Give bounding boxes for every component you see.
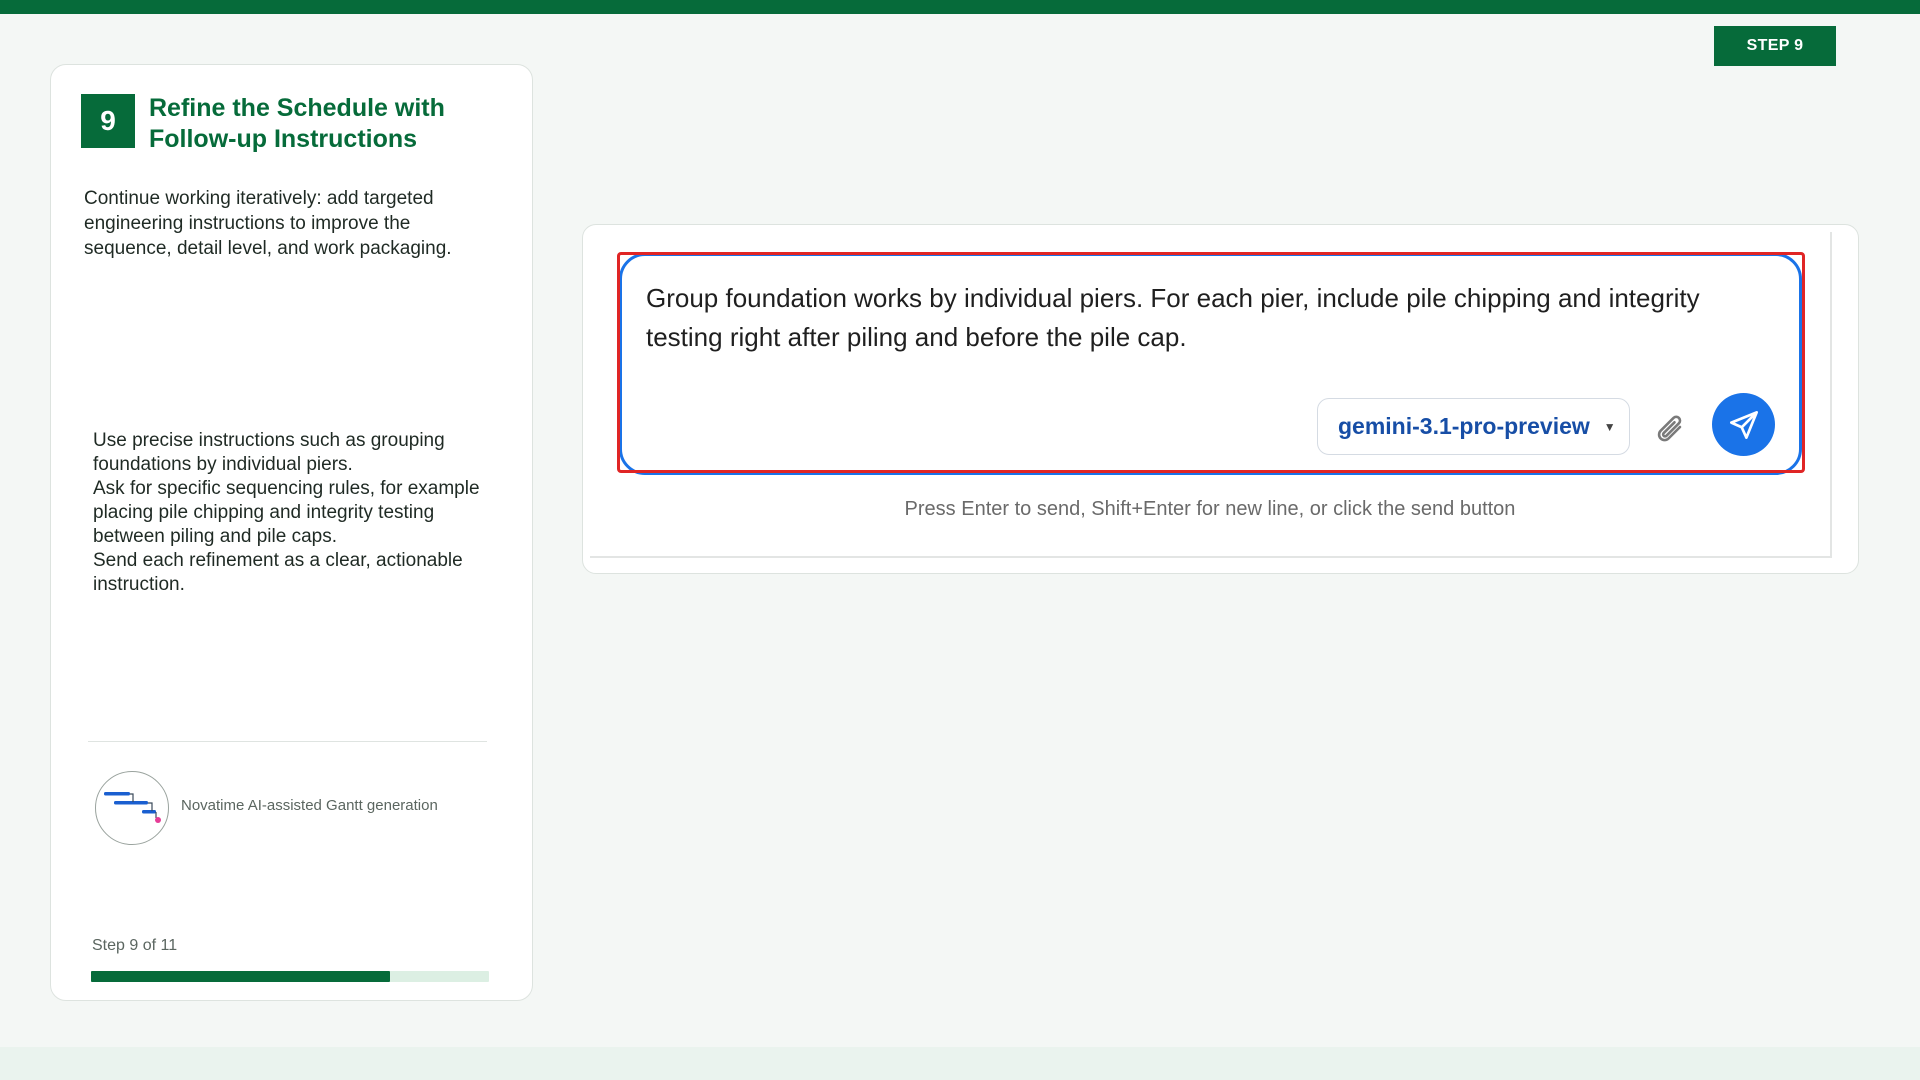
send-arrow-icon	[1729, 410, 1758, 439]
step-badge: STEP 9	[1714, 26, 1836, 66]
caret-down-icon: ▼	[1603, 419, 1616, 434]
step-number: 9	[81, 94, 135, 148]
instruction-card: 9 Refine the Schedule with Follow-up Ins…	[50, 64, 533, 1001]
card-description: Continue working iteratively: add target…	[84, 188, 452, 259]
chat-message-input[interactable]: Group foundation works by individual pie…	[646, 279, 1766, 357]
gantt-logo-icon	[95, 771, 169, 845]
send-hint: Press Enter to send, Shift+Enter for new…	[904, 498, 1516, 520]
instruction-item: Ask for specific sequencing rules, for e…	[93, 478, 480, 547]
progress-bar	[91, 971, 489, 982]
instruction-item: Use precise instructions such as groupin…	[93, 430, 445, 475]
step-counter: Step 9 of 11	[92, 937, 178, 954]
paperclip-icon[interactable]	[1653, 410, 1689, 450]
instruction-list: Use precise instructions such as groupin…	[93, 429, 503, 597]
model-name: gemini-3.1-pro-preview	[1338, 413, 1590, 439]
panel-edge	[1830, 232, 1832, 558]
model-select[interactable]: gemini-3.1-pro-preview ▼	[1317, 398, 1630, 455]
divider	[88, 741, 487, 742]
progress-fill	[91, 971, 390, 982]
instruction-item: Send each refinement as a clear, actiona…	[93, 550, 463, 595]
panel-edge	[590, 556, 1832, 558]
send-button[interactable]	[1712, 393, 1775, 456]
top-accent-bar	[0, 0, 1920, 14]
bottom-band	[0, 1047, 1920, 1080]
logo-caption: Novatime AI-assisted Gantt generation	[181, 797, 438, 814]
card-title: Refine the Schedule with Follow-up Instr…	[149, 94, 445, 153]
